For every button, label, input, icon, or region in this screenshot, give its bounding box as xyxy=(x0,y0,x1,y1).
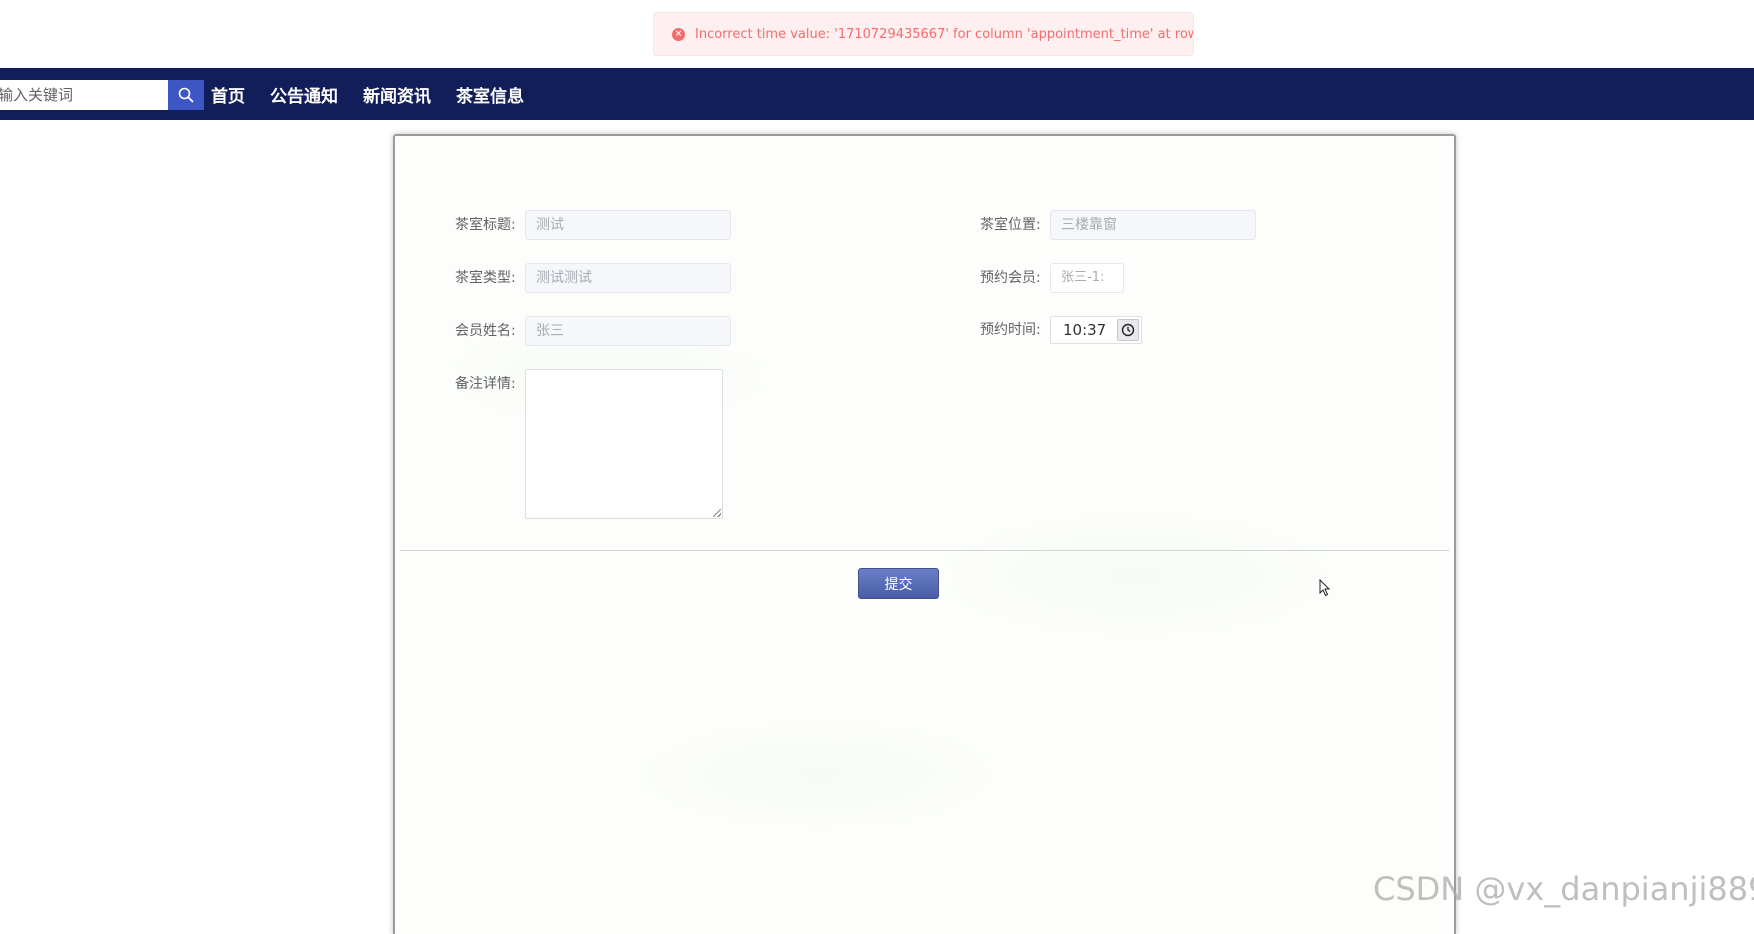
field-tearoom-title: 茶室标题: 测试 xyxy=(455,210,731,240)
tearoom-title-label: 茶室标题: xyxy=(455,217,516,233)
field-tearoom-type: 茶室类型: 测试测试 xyxy=(455,263,731,293)
remarks-label: 备注详情: xyxy=(455,376,516,392)
search-button[interactable] xyxy=(168,80,204,110)
nav-tearoom-info[interactable]: 茶室信息 xyxy=(456,82,524,107)
top-navbar: 首页 公告通知 新闻资讯 茶室信息 xyxy=(0,68,1754,120)
tearoom-type-label: 茶室类型: xyxy=(455,270,516,286)
booking-time-input[interactable]: 10:37 xyxy=(1050,316,1142,344)
tearoom-type-input[interactable]: 测试测试 xyxy=(525,263,731,293)
clock-icon[interactable] xyxy=(1117,319,1139,341)
form-divider xyxy=(400,550,1449,551)
nav-announcements[interactable]: 公告通知 xyxy=(270,82,338,107)
booking-member-label: 预约会员: xyxy=(980,270,1041,286)
nav-home[interactable]: 首页 xyxy=(211,82,245,107)
field-booking-member: 预约会员: 张三-1: xyxy=(980,263,1124,293)
field-booking-time: 预约时间: 10:37 xyxy=(980,316,1142,344)
remarks-textarea[interactable] xyxy=(525,369,723,519)
search-icon xyxy=(178,87,194,103)
field-tearoom-location: 茶室位置: 三楼靠窗 xyxy=(980,210,1256,240)
member-name-input[interactable]: 张三 xyxy=(525,316,731,346)
nav-news[interactable]: 新闻资讯 xyxy=(363,82,431,107)
booking-time-value: 10:37 xyxy=(1063,321,1107,339)
tearoom-title-input[interactable]: 测试 xyxy=(525,210,731,240)
error-icon: × xyxy=(672,27,685,41)
csdn-watermark: CSDN @vx_danpianji889 xyxy=(1373,870,1754,908)
booking-time-label: 预约时间: xyxy=(980,322,1041,338)
field-member-name: 会员姓名: 张三 xyxy=(455,316,731,346)
error-message: Incorrect time value: '1710729435667' fo… xyxy=(695,26,1194,42)
tearoom-location-label: 茶室位置: xyxy=(980,217,1041,233)
mouse-cursor-icon xyxy=(1319,579,1331,597)
booking-form-panel: 茶室标题: 测试 茶室类型: 测试测试 会员姓名: 张三 备注详情: 茶室位置:… xyxy=(393,134,1456,934)
search-input[interactable] xyxy=(0,80,168,110)
error-toast: × Incorrect time value: '1710729435667' … xyxy=(653,12,1194,56)
submit-button[interactable]: 提交 xyxy=(858,568,939,599)
booking-member-input[interactable]: 张三-1: xyxy=(1050,263,1124,293)
search-box xyxy=(0,80,168,110)
field-remarks: 备注详情: xyxy=(455,369,723,519)
tearoom-location-input[interactable]: 三楼靠窗 xyxy=(1050,210,1256,240)
resize-grip-icon[interactable] xyxy=(713,509,721,517)
member-name-label: 会员姓名: xyxy=(455,323,516,339)
